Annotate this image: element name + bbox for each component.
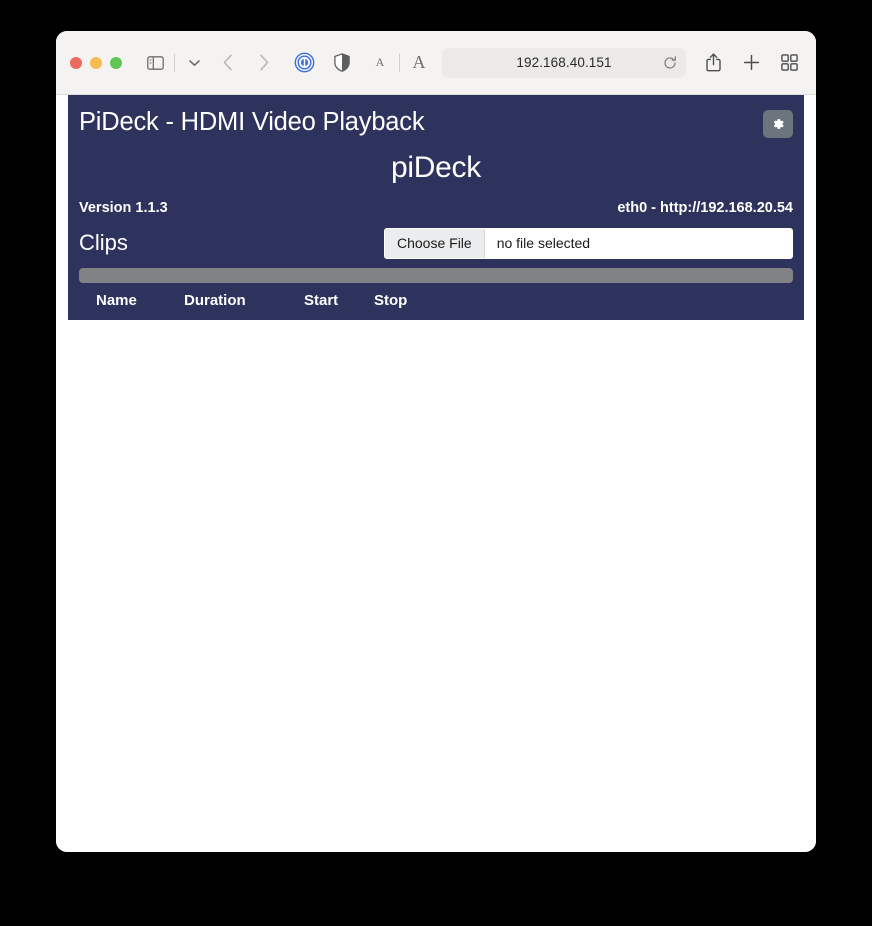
url-bar[interactable]: 192.168.40.151 — [442, 47, 686, 78]
minimize-window-button[interactable] — [90, 56, 102, 69]
privacy-report-icon[interactable] — [291, 50, 317, 76]
clips-upload-row: Clips Choose File no file selected — [68, 216, 804, 259]
tab-overview-icon[interactable] — [776, 50, 802, 76]
choose-file-button[interactable]: Choose File — [385, 228, 485, 258]
chevron-down-icon[interactable] — [181, 50, 207, 76]
column-header-start[interactable]: Start — [304, 288, 374, 320]
close-window-button[interactable] — [70, 56, 82, 69]
app-header: PiDeck - HDMI Video Playback — [68, 95, 804, 139]
settings-button[interactable] — [763, 110, 793, 138]
clips-table-header-row: Name Duration Start Stop — [68, 288, 804, 320]
column-header-stop[interactable]: Stop — [374, 288, 804, 320]
window-controls — [70, 56, 122, 69]
version-label: Version 1.1.3 — [79, 199, 168, 216]
reload-icon[interactable] — [663, 55, 677, 70]
sidebar-icon[interactable] — [142, 50, 168, 76]
clips-heading: Clips — [79, 230, 128, 256]
page-content: PiDeck - HDMI Video Playback piDeck Vers… — [56, 95, 816, 852]
pideck-app-panel: PiDeck - HDMI Video Playback piDeck Vers… — [68, 95, 804, 320]
gear-icon — [771, 117, 785, 131]
plus-icon[interactable] — [738, 50, 764, 76]
toolbar-divider — [174, 53, 175, 72]
toolbar-right-actions — [700, 50, 802, 76]
share-icon[interactable] — [700, 50, 726, 76]
column-header-name[interactable]: Name — [68, 288, 184, 320]
network-label: eth0 - http://192.168.20.54 — [617, 199, 793, 216]
url-text: 192.168.40.151 — [516, 55, 612, 70]
increase-font-size-button[interactable]: A — [406, 50, 432, 76]
back-button[interactable] — [215, 50, 241, 76]
decrease-font-size-button[interactable]: A — [367, 50, 393, 76]
selected-file-label: no file selected — [484, 228, 792, 258]
forward-button[interactable] — [251, 50, 277, 76]
maximize-window-button[interactable] — [110, 56, 122, 69]
app-brand: piDeck — [391, 150, 481, 184]
column-header-duration[interactable]: Duration — [184, 288, 304, 320]
browser-window: A A 192.168.40.151 PiDeck - HDMI Video P… — [56, 31, 816, 852]
shield-icon[interactable] — [329, 50, 355, 76]
page-title: PiDeck - HDMI Video Playback — [79, 108, 425, 136]
upload-progress-bar — [79, 267, 793, 283]
browser-toolbar: A A 192.168.40.151 — [56, 31, 816, 95]
clips-table: Name Duration Start Stop — [68, 288, 804, 320]
toolbar-divider-2 — [399, 53, 400, 72]
app-meta-row: Version 1.1.3 eth0 - http://192.168.20.5… — [68, 185, 804, 216]
file-upload-input[interactable]: Choose File no file selected — [384, 227, 793, 259]
upload-progress-wrapper — [68, 259, 804, 283]
